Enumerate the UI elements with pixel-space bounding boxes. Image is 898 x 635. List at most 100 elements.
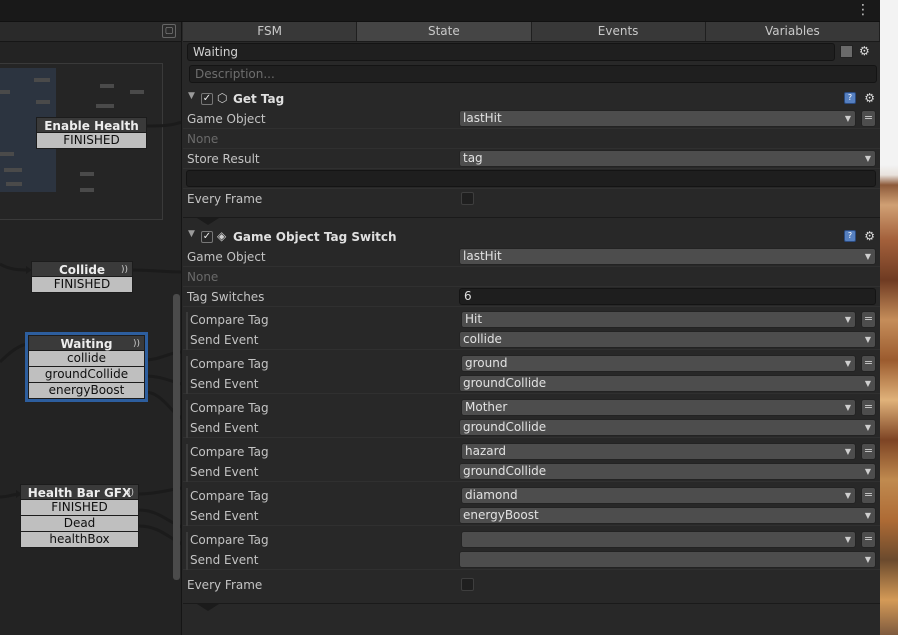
send-event-dropdown[interactable]: ▼ <box>459 551 876 568</box>
game-object-dropdown[interactable]: lastHit ▼ <box>459 110 856 127</box>
node-event[interactable]: energyBoost <box>28 383 145 399</box>
kebab-menu-icon[interactable]: ⋮ <box>856 2 870 18</box>
switch-group-indicator <box>186 488 188 526</box>
tag-switches-count-field[interactable]: 6 <box>459 288 876 305</box>
compare-tag-dropdown[interactable]: Mother ▼ <box>461 399 856 416</box>
node-title[interactable]: Waiting)) <box>28 335 145 351</box>
field-label: Game Object <box>187 250 266 264</box>
field-label: Compare Tag <box>190 357 269 371</box>
game-object-dropdown[interactable]: lastHit ▼ <box>459 248 876 265</box>
variable-toggle-button[interactable]: = <box>861 443 876 460</box>
action-header-get-tag[interactable]: ▼ ✓ ⬡ Get Tag ? ⚙ <box>183 89 880 109</box>
background-scene-image <box>880 0 898 635</box>
top-toolbar: ⋮ <box>0 0 880 22</box>
send-event-row: Send Event energyBoost ▼ <box>183 506 880 526</box>
tab-state[interactable]: State <box>357 22 532 41</box>
compare-tag-dropdown[interactable]: diamond ▼ <box>461 487 856 504</box>
node-event[interactable]: FINISHED <box>36 133 147 149</box>
state-node-waiting[interactable]: Waiting)) collide groundCollide energyBo… <box>25 332 148 402</box>
node-event[interactable]: Dead <box>20 516 139 532</box>
tab-events[interactable]: Events <box>531 22 706 41</box>
action-settings-gear-icon[interactable]: ⚙ <box>864 229 875 243</box>
action-title: Get Tag <box>233 92 285 106</box>
variable-toggle-button[interactable]: = <box>861 311 876 328</box>
field-label: Send Event <box>190 509 259 523</box>
field-label: Send Event <box>190 465 259 479</box>
send-event-dropdown[interactable]: energyBoost ▼ <box>459 507 876 524</box>
variable-toggle-button[interactable]: = <box>861 531 876 548</box>
action-divider-notch <box>197 604 219 611</box>
transition-pin-icon: )) <box>126 488 134 498</box>
node-title[interactable]: Enable Health <box>36 117 147 133</box>
node-event[interactable]: FINISHED <box>31 277 133 293</box>
tab-variables[interactable]: Variables <box>705 22 880 41</box>
field-label: None <box>187 270 219 284</box>
send-event-row: Send Event collide ▼ <box>183 330 880 350</box>
state-settings-gear-icon[interactable]: ⚙ <box>859 44 870 58</box>
action-enabled-checkbox[interactable]: ✓ <box>201 93 213 105</box>
compare-tag-dropdown[interactable]: Hit ▼ <box>461 311 856 328</box>
node-title[interactable]: Health Bar GFX)) <box>20 484 139 500</box>
store-result-text-field[interactable] <box>186 170 876 187</box>
collapse-triangle-icon[interactable]: ▼ <box>188 91 195 101</box>
field-row-empty <box>183 169 880 189</box>
tab-fsm[interactable]: FSM <box>183 22 358 41</box>
field-row-game-object: Game Object lastHit ▼ <box>183 247 880 267</box>
help-book-icon[interactable]: ? <box>844 92 856 104</box>
node-event[interactable]: collide <box>28 351 145 367</box>
field-label: Tag Switches <box>187 290 265 304</box>
inspector-tabs: FSM State Events Variables <box>183 22 880 42</box>
state-node-health-bar-gfx[interactable]: Health Bar GFX)) FINISHED Dead healthBox <box>20 484 139 548</box>
node-event[interactable]: FINISHED <box>20 500 139 516</box>
help-book-icon[interactable]: ? <box>844 230 856 242</box>
switch-group-indicator <box>186 400 188 438</box>
send-event-row: Send Event ▼ <box>183 550 880 570</box>
field-label: Compare Tag <box>190 533 269 547</box>
compare-tag-dropdown[interactable]: ground ▼ <box>461 355 856 372</box>
collapse-triangle-icon[interactable]: ▼ <box>188 229 195 239</box>
field-label: Compare Tag <box>190 313 269 327</box>
compare-tag-dropdown[interactable]: hazard ▼ <box>461 443 856 460</box>
send-event-row: Send Event groundCollide ▼ <box>183 374 880 394</box>
variable-toggle-button[interactable]: = <box>861 355 876 372</box>
node-title[interactable]: Collide)) <box>31 261 133 277</box>
send-event-dropdown[interactable]: groundCollide ▼ <box>459 375 876 392</box>
action-settings-gear-icon[interactable]: ⚙ <box>864 91 875 105</box>
state-description-input[interactable]: Description... <box>189 65 877 83</box>
variable-toggle-button[interactable]: = <box>861 399 876 416</box>
variable-toggle-button[interactable]: = <box>861 110 876 127</box>
action-enabled-checkbox[interactable]: ✓ <box>201 231 213 243</box>
send-event-row: Send Event groundCollide ▼ <box>183 462 880 482</box>
graph-vertical-scrollbar[interactable] <box>173 294 180 580</box>
field-label: Send Event <box>190 553 259 567</box>
send-event-row: Send Event groundCollide ▼ <box>183 418 880 438</box>
state-name-input[interactable]: Waiting <box>187 43 835 61</box>
send-event-dropdown[interactable]: groundCollide ▼ <box>459 419 876 436</box>
action-header-game-object-tag-switch[interactable]: ▼ ✓ ◈ Game Object Tag Switch ? ⚙ <box>183 227 880 247</box>
fsm-graph-panel[interactable]: ▢ Enable Health FINISHED Collide)) FINI… <box>0 22 182 635</box>
every-frame-checkbox[interactable] <box>461 578 474 591</box>
field-row-every-frame: Every Frame <box>183 189 880 209</box>
field-row-game-object: Game Object lastHit ▼ = <box>183 109 880 129</box>
state-node-enable-health[interactable]: Enable Health FINISHED <box>36 117 147 149</box>
state-node-collide[interactable]: Collide)) FINISHED <box>31 261 133 293</box>
every-frame-checkbox[interactable] <box>461 192 474 205</box>
switch-group-indicator <box>186 444 188 482</box>
field-label: Send Event <box>190 377 259 391</box>
field-label: Compare Tag <box>190 445 269 459</box>
state-color-swatch[interactable] <box>840 45 853 58</box>
store-result-dropdown[interactable]: tag ▼ <box>459 150 876 167</box>
node-event[interactable]: groundCollide <box>28 367 145 383</box>
send-event-dropdown[interactable]: collide ▼ <box>459 331 876 348</box>
compare-tag-dropdown[interactable]: ▼ <box>461 531 856 548</box>
compare-tag-row: Compare Tag hazard ▼ = <box>183 442 880 462</box>
node-event[interactable]: healthBox <box>20 532 139 548</box>
transition-pin-icon: )) <box>132 339 140 349</box>
variable-toggle-button[interactable]: = <box>861 487 876 504</box>
field-label: Every Frame <box>187 192 263 206</box>
field-row-none: None <box>183 129 880 149</box>
action-divider <box>183 217 880 218</box>
field-label: None <box>187 132 219 146</box>
send-event-dropdown[interactable]: groundCollide ▼ <box>459 463 876 480</box>
compare-tag-row: Compare Tag ▼ = <box>183 530 880 550</box>
